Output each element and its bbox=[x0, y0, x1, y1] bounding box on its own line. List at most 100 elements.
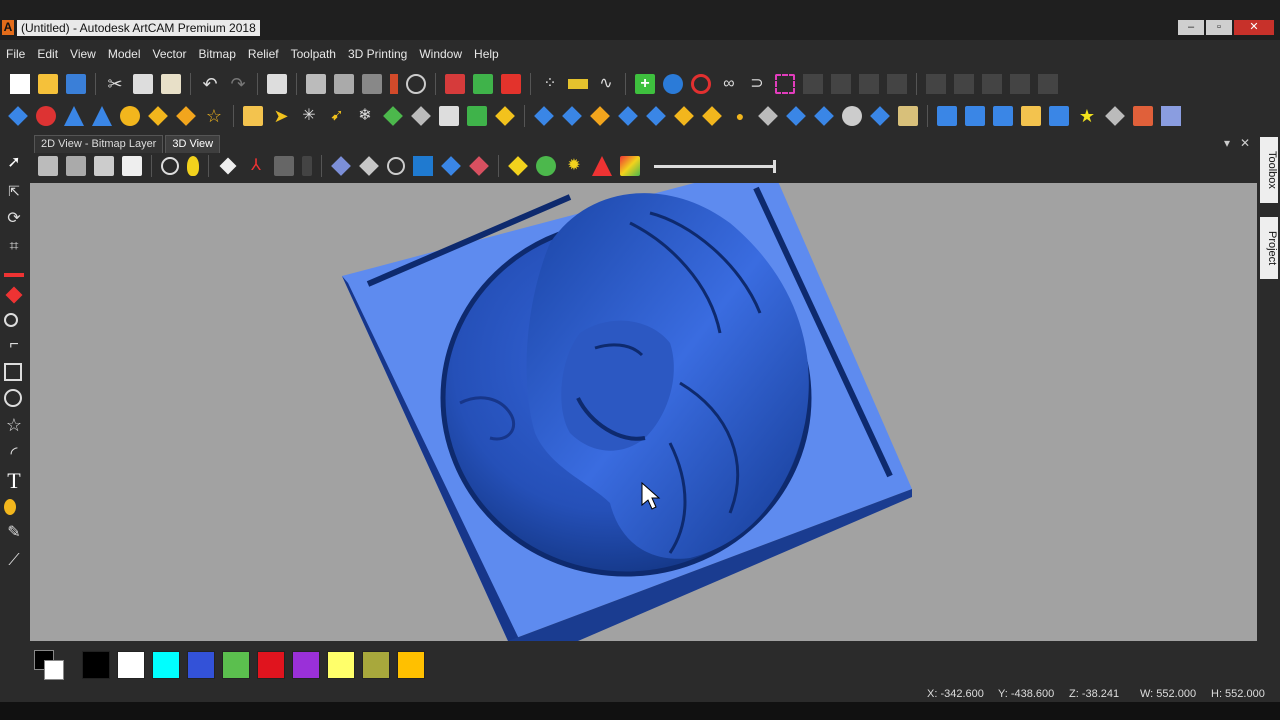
distribute-icon[interactable] bbox=[568, 79, 588, 89]
current-colors[interactable] bbox=[34, 650, 74, 680]
delete-relief-icon[interactable] bbox=[1133, 106, 1153, 126]
texture-icon[interactable]: ❄ bbox=[355, 106, 375, 126]
cube-side-icon[interactable] bbox=[94, 156, 114, 176]
layer-add-icon[interactable] bbox=[473, 74, 493, 94]
export-relief-icon[interactable] bbox=[937, 106, 957, 126]
background-color[interactable] bbox=[44, 660, 64, 680]
curve-icon[interactable]: ∿ bbox=[596, 74, 616, 94]
point-icon[interactable]: ● bbox=[730, 106, 750, 126]
project-side-tab[interactable]: Project bbox=[1260, 217, 1278, 279]
save-icon[interactable] bbox=[66, 74, 86, 94]
menu-help[interactable]: Help bbox=[468, 44, 505, 64]
relief-lower-icon[interactable] bbox=[176, 106, 196, 126]
cube-top-icon[interactable] bbox=[122, 156, 142, 176]
palette-swatch-white[interactable] bbox=[117, 651, 145, 679]
palette-swatch-light-yellow[interactable] bbox=[327, 651, 355, 679]
brush-fill-icon[interactable] bbox=[445, 74, 465, 94]
menu-vector[interactable]: Vector bbox=[147, 44, 193, 64]
palette-swatch-black[interactable] bbox=[82, 651, 110, 679]
menu-model[interactable]: Model bbox=[102, 44, 147, 64]
maximize-button[interactable]: ▫ bbox=[1206, 20, 1232, 35]
select-box-icon[interactable] bbox=[775, 74, 795, 94]
toolbox-side-tab[interactable]: Toolbox bbox=[1260, 137, 1278, 203]
clip-icon[interactable] bbox=[387, 157, 405, 175]
eraser-icon[interactable] bbox=[5, 286, 23, 304]
grid-icon[interactable] bbox=[362, 74, 382, 94]
relief-dots-icon[interactable] bbox=[120, 106, 140, 126]
yellow-relief-icon[interactable] bbox=[495, 106, 515, 126]
blue-relief-5-icon[interactable] bbox=[786, 106, 806, 126]
export-relief-3-icon[interactable] bbox=[993, 106, 1013, 126]
3d-viewport[interactable] bbox=[30, 183, 1257, 641]
open-folder-icon[interactable] bbox=[38, 74, 58, 94]
undo-icon[interactable]: ↶ bbox=[200, 74, 220, 94]
tab-3d-view[interactable]: 3D View bbox=[165, 135, 221, 153]
circle-icon[interactable] bbox=[4, 389, 22, 407]
new-file-icon[interactable] bbox=[10, 74, 30, 94]
node-select-icon[interactable]: ⇱ bbox=[4, 181, 24, 201]
node-edit-icon[interactable]: ⁘ bbox=[540, 74, 560, 94]
green-circle-icon[interactable] bbox=[536, 156, 556, 176]
white-plane-icon[interactable] bbox=[219, 157, 237, 175]
sculpt-icon[interactable]: ✳ bbox=[299, 106, 319, 126]
close-button[interactable]: ✕ bbox=[1234, 20, 1274, 35]
spark-icon[interactable]: ✹ bbox=[564, 156, 584, 176]
knife-icon[interactable]: ⟋ bbox=[4, 551, 24, 571]
cube-iso-icon[interactable] bbox=[38, 156, 58, 176]
zoom-icon[interactable] bbox=[161, 157, 179, 175]
bitmap-relief-icon[interactable] bbox=[439, 106, 459, 126]
redo-icon[interactable]: ↷ bbox=[228, 74, 248, 94]
palette-swatch-blue[interactable] bbox=[187, 651, 215, 679]
yellow-relief-2-icon[interactable] bbox=[674, 106, 694, 126]
menu-3d-printing[interactable]: 3D Printing bbox=[342, 44, 413, 64]
palette-swatch-green[interactable] bbox=[222, 651, 250, 679]
cube-front-icon[interactable] bbox=[66, 156, 86, 176]
smooth-icon[interactable]: ➹ bbox=[327, 106, 347, 126]
palette-swatch-purple[interactable] bbox=[292, 651, 320, 679]
add-vector-icon[interactable]: + bbox=[635, 74, 655, 94]
pencil-icon[interactable] bbox=[4, 273, 24, 277]
grey-relief-icon[interactable] bbox=[411, 106, 431, 126]
relief-pyramid-2-icon[interactable] bbox=[92, 106, 112, 126]
blue-relief-icon[interactable] bbox=[534, 106, 554, 126]
cone-icon[interactable] bbox=[592, 156, 612, 176]
grey-relief-2-icon[interactable] bbox=[758, 106, 778, 126]
ball-relief-icon[interactable] bbox=[842, 106, 862, 126]
torch-icon[interactable] bbox=[390, 74, 398, 94]
light-bulb-icon[interactable] bbox=[187, 156, 199, 176]
relief-raise-icon[interactable] bbox=[148, 106, 168, 126]
calculator-icon[interactable] bbox=[406, 74, 426, 94]
paste-icon[interactable] bbox=[161, 74, 181, 94]
blue-relief-2-icon[interactable] bbox=[562, 106, 582, 126]
model-size-icon[interactable] bbox=[306, 74, 326, 94]
blue-relief-4-icon[interactable] bbox=[646, 106, 666, 126]
transparency-slider[interactable] bbox=[654, 159, 776, 173]
blue-relief-3-icon[interactable] bbox=[618, 106, 638, 126]
star-relief-icon[interactable] bbox=[413, 156, 433, 176]
artcam-app-icon[interactable]: A bbox=[2, 20, 14, 35]
sphere-icon[interactable] bbox=[663, 74, 683, 94]
menu-edit[interactable]: Edit bbox=[31, 44, 64, 64]
fill-icon[interactable] bbox=[4, 313, 18, 327]
color-layers-icon[interactable] bbox=[620, 156, 640, 176]
polyline-icon[interactable]: ⌐ bbox=[4, 335, 24, 355]
tab-close-icon[interactable]: ✕ bbox=[1240, 136, 1250, 150]
grey-diamond-icon[interactable] bbox=[1105, 106, 1125, 126]
palette-swatch-olive[interactable] bbox=[362, 651, 390, 679]
folder-relief-icon[interactable] bbox=[1021, 106, 1041, 126]
tab-dropdown-icon[interactable]: ▾ bbox=[1224, 136, 1230, 150]
arc-icon[interactable]: ◜ bbox=[4, 443, 24, 463]
wireframe-icon[interactable] bbox=[359, 156, 379, 176]
drop-icon[interactable] bbox=[4, 499, 16, 515]
copy-relief-icon[interactable] bbox=[467, 106, 487, 126]
blue-relief-6-icon[interactable] bbox=[814, 106, 834, 126]
shape-icon[interactable] bbox=[501, 74, 521, 94]
star-shape-icon[interactable]: ☆ bbox=[4, 415, 24, 435]
rectangle-icon[interactable] bbox=[4, 363, 22, 381]
menu-view[interactable]: View bbox=[64, 44, 102, 64]
menu-bitmap[interactable]: Bitmap bbox=[193, 44, 242, 64]
text-tool-icon[interactable]: T bbox=[4, 470, 24, 492]
axes-icon[interactable]: ⅄ bbox=[246, 156, 266, 176]
relief-star-icon[interactable]: ☆ bbox=[204, 106, 224, 126]
menu-relief[interactable]: Relief bbox=[242, 44, 285, 64]
